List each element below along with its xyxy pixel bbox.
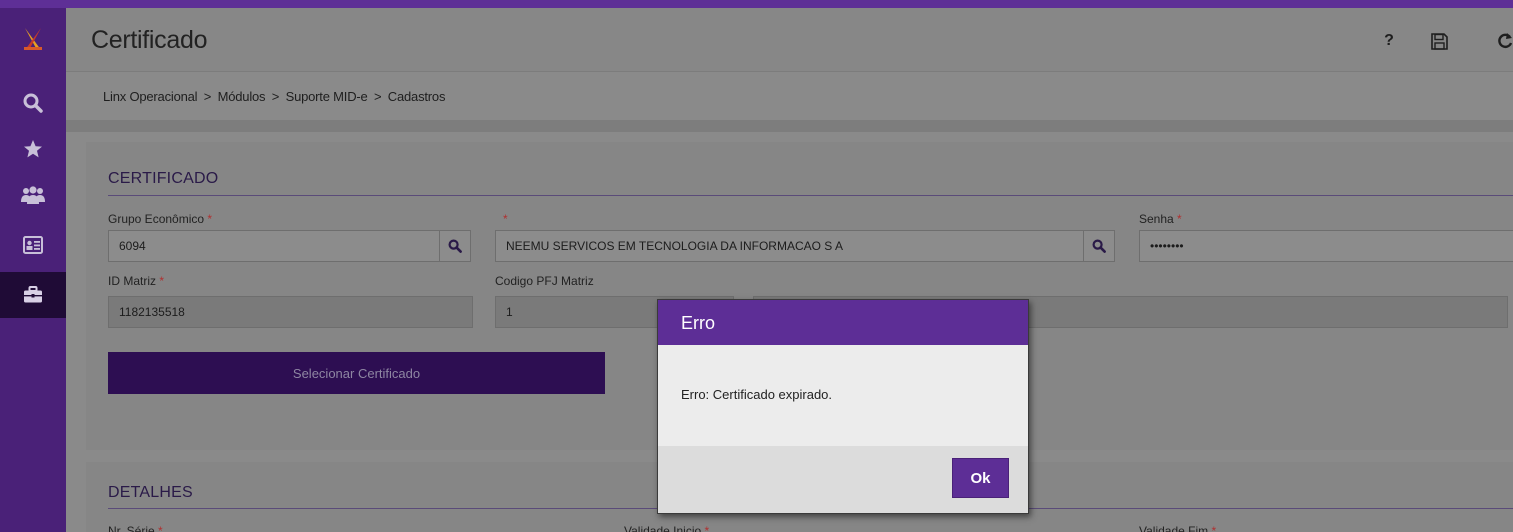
grupo-economico-input[interactable]: 6094 [108,230,440,262]
linx-logo-icon [24,28,42,50]
breadcrumb-separator: > [203,89,212,104]
required-mark: * [158,524,163,532]
validade-fim-label: Validade Fim * [1139,524,1216,532]
search-icon [448,239,462,253]
grupo-search-button[interactable] [439,230,471,262]
error-dialog: Erro Erro: Certificado expirado. Ok [657,299,1029,514]
id-matriz-input: 1182135518 [108,296,473,328]
top-accent-bar [0,0,1513,8]
save-icon [1430,32,1448,50]
required-mark: * [207,212,213,226]
grupo-economico-label: Grupo Econômico * [108,212,213,226]
breadcrumb-item-suporte[interactable]: Suporte MID-e [286,89,368,104]
search-icon [23,93,43,113]
sidebar-item-users[interactable] [0,172,66,218]
sidebar-item-search[interactable] [0,80,66,126]
breadcrumb-separator: > [271,89,280,104]
empresa-input[interactable]: NEEMU SERVICOS EM TECNOLOGIA DA INFORMAC… [495,230,1084,262]
validade-inicio-label: Validade Inicio * [624,524,709,532]
briefcase-icon [24,286,42,303]
nr-serie-label: Nr. Série * [108,524,163,532]
sidebar-item-modules[interactable] [0,272,66,318]
senha-input[interactable]: •••••••• [1139,230,1513,262]
section-title-detalhes: DETALHES [108,484,193,501]
required-mark: * [503,212,508,226]
pfj-matriz-label: Codigo PFJ Matriz [495,274,594,288]
undo-button[interactable] [1494,30,1513,52]
breadcrumb-item-linx[interactable]: Linx Operacional [103,89,198,104]
ok-button[interactable]: Ok [952,458,1009,498]
dialog-header: Erro [658,300,1028,345]
dialog-footer: Ok [658,446,1028,513]
dialog-message: Erro: Certificado expirado. [681,387,833,402]
users-icon [21,186,45,204]
id-card-icon [23,236,43,254]
sidebar-item-contacts[interactable] [0,222,66,268]
sidebar [0,8,66,532]
required-mark: * [704,524,710,532]
required-mark: * [1177,212,1182,226]
sidebar-item-favorites[interactable] [0,126,66,172]
separator-band [66,120,1513,132]
selecionar-certificado-button[interactable]: Selecionar Certificado [108,352,605,394]
breadcrumb-item-cadastros[interactable]: Cadastros [388,89,446,104]
empresa-search-button[interactable] [1083,230,1115,262]
empresa-label: * [503,212,508,226]
required-mark: * [1211,524,1217,532]
dialog-title: Erro [681,313,716,333]
breadcrumb-item-modulos[interactable]: Módulos [218,89,266,104]
page-header: Certificado ? [66,8,1513,72]
section-title-certificado: CERTIFICADO [108,170,219,187]
search-icon [1092,239,1106,253]
undo-icon [1498,33,1513,49]
star-icon [24,140,42,158]
page-title: Certificado [91,26,208,54]
save-button[interactable] [1428,30,1450,52]
senha-label: Senha * [1139,212,1182,226]
breadcrumb: Linx Operacional > Módulos > Suporte MID… [103,89,445,104]
required-mark: * [159,274,165,288]
id-matriz-label: ID Matriz * [108,274,165,288]
sidebar-logo[interactable] [0,16,66,62]
help-button[interactable]: ? [1378,30,1400,52]
breadcrumb-separator: > [373,89,382,104]
section-divider [108,195,1513,196]
